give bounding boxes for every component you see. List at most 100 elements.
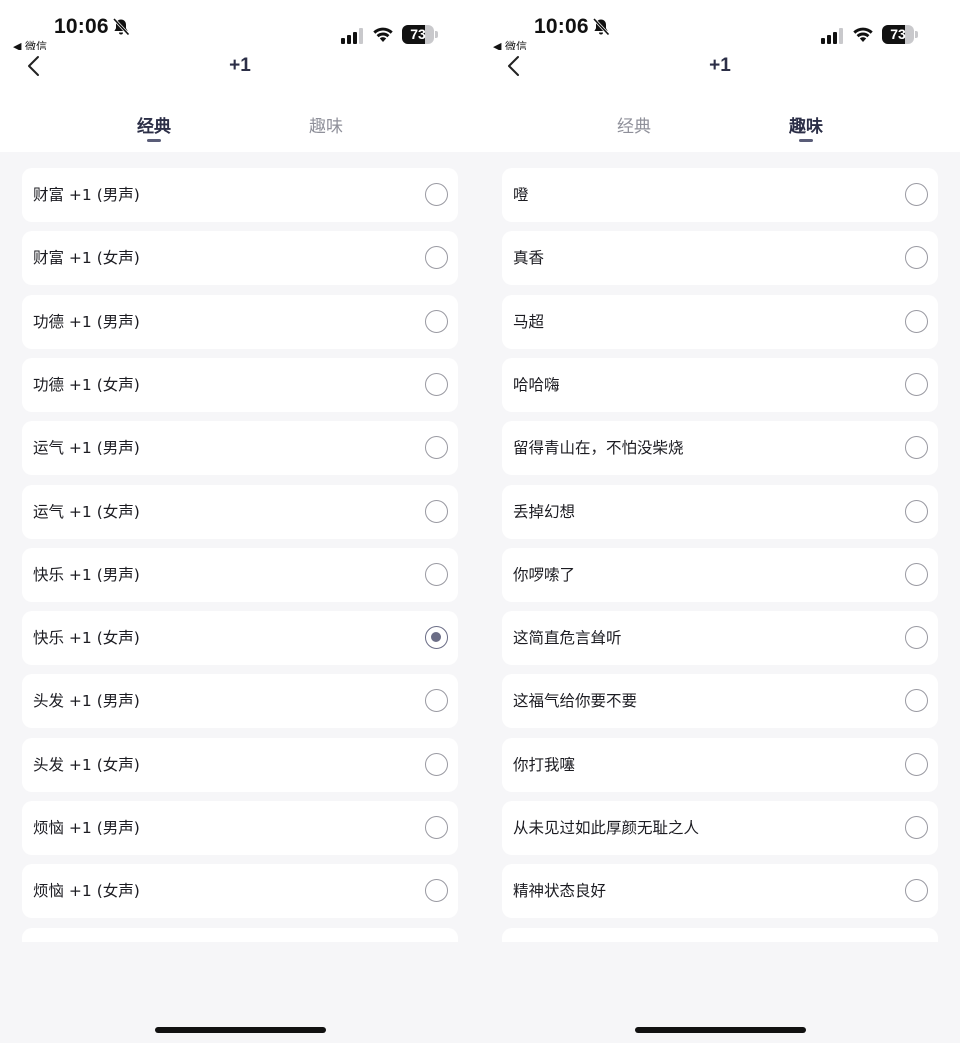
- sound-option-label: 噔: [513, 186, 529, 204]
- list-item[interactable]: 你啰嗦了: [502, 547, 938, 602]
- radio-button-icon[interactable]: [905, 626, 928, 650]
- list-item[interactable]: 快乐 +1 (男声): [22, 547, 458, 602]
- list-item[interactable]: 运气 +1 (女声): [22, 484, 458, 539]
- list-item[interactable]: 从未见过如此厚颜无耻之人: [502, 801, 938, 855]
- radio-button-icon[interactable]: [905, 246, 928, 270]
- list-item[interactable]: 精神状态良好: [502, 864, 938, 919]
- radio-button-icon[interactable]: [905, 816, 928, 839]
- sound-option-label: 快乐 +1 (女声): [33, 629, 140, 648]
- radio-button-icon[interactable]: [905, 436, 928, 460]
- nav-bar: +1: [0, 50, 480, 92]
- radio-button-icon[interactable]: [425, 436, 448, 460]
- radio-button-icon[interactable]: [425, 246, 448, 270]
- radio-button-icon[interactable]: [425, 879, 448, 903]
- sound-option-label: 这简直危言耸听: [513, 629, 622, 648]
- battery-cap: [915, 31, 918, 38]
- radio-button-icon[interactable]: [905, 689, 928, 713]
- radio-button-icon[interactable]: [425, 372, 448, 396]
- sound-option-label: 头发 +1 (男声): [33, 692, 140, 711]
- tab-fun[interactable]: 趣味: [281, 112, 371, 137]
- radio-button-icon[interactable]: [905, 183, 928, 206]
- sound-option-label: 运气 +1 (女声): [33, 502, 140, 521]
- tab-classic[interactable]: 经典: [589, 112, 679, 137]
- list-item[interactable]: 财富 +1 (男声): [22, 168, 458, 222]
- list-item[interactable]: 头发 +1 (女声): [22, 737, 458, 792]
- battery-cap: [435, 31, 438, 38]
- list-item[interactable]: 留得青山在，不怕没柴烧: [502, 421, 938, 476]
- sound-option-label: 功德 +1 (男声): [33, 312, 140, 331]
- sound-option-label: 财富 +1 (女声): [33, 249, 140, 268]
- sound-option-label: 财富 +1 (男声): [33, 186, 140, 204]
- radio-button-icon[interactable]: [425, 309, 448, 333]
- tab-classic[interactable]: 经典: [109, 112, 199, 137]
- list-item[interactable]: 烦恼 +1 (男声): [22, 801, 458, 855]
- status-time: 10:06: [54, 15, 109, 38]
- sound-option-label: 快乐 +1 (男声): [33, 565, 140, 584]
- sound-option-label: 这福气给你要不要: [513, 692, 638, 711]
- nav-bar: +1: [480, 50, 960, 92]
- sound-option-label: 运气 +1 (男声): [33, 439, 140, 458]
- list-item[interactable]: 丢掉幻想: [502, 484, 938, 539]
- bell-slash-icon: [111, 17, 131, 37]
- radio-button-icon[interactable]: [425, 562, 448, 586]
- radio-button-icon[interactable]: [425, 816, 448, 839]
- sound-option-label: 从未见过如此厚颜无耻之人: [513, 819, 700, 837]
- home-indicator[interactable]: [155, 1027, 326, 1033]
- radio-button-icon[interactable]: [905, 562, 928, 586]
- list-item[interactable]: 快乐 +1 (女声): [22, 611, 458, 666]
- list-item[interactable]: 头发 +1 (男声): [22, 674, 458, 729]
- list-item[interactable]: 你打我噻: [502, 737, 938, 792]
- battery-body: 73: [882, 25, 914, 44]
- sound-option-label: 真香: [513, 249, 545, 268]
- list-item-partial: [22, 927, 458, 942]
- radio-selected-dot: [431, 632, 441, 643]
- active-tab-indicator: [799, 139, 813, 142]
- list-item[interactable]: 功德 +1 (男声): [22, 294, 458, 349]
- tab-fun[interactable]: 趣味: [761, 112, 851, 137]
- list-item[interactable]: 烦恼 +1 (女声): [22, 864, 458, 919]
- battery-icon: 73: [402, 25, 438, 44]
- list-item[interactable]: 财富 +1 (女声): [22, 231, 458, 286]
- cellular-signal-icon: [341, 28, 363, 44]
- list-item[interactable]: 真香: [502, 231, 938, 286]
- radio-button-icon[interactable]: [905, 499, 928, 523]
- list-item[interactable]: 运气 +1 (男声): [22, 421, 458, 476]
- battery-level-text: 73: [410, 26, 426, 42]
- radio-button-icon[interactable]: [905, 752, 928, 776]
- sound-option-label: 头发 +1 (女声): [33, 755, 140, 774]
- radio-button-icon[interactable]: [905, 309, 928, 333]
- sound-option-label: 马超: [513, 312, 545, 331]
- wifi-icon: [852, 26, 874, 43]
- status-time: 10:06: [534, 15, 589, 38]
- list-item[interactable]: 这简直危言耸听: [502, 611, 938, 666]
- sound-option-label: 精神状态良好: [513, 882, 607, 901]
- battery-body: 73: [402, 25, 434, 44]
- radio-button-icon[interactable]: [425, 183, 448, 206]
- tab-bar: 经典 趣味: [480, 92, 960, 152]
- sound-option-label: 留得青山在，不怕没柴烧: [513, 439, 684, 458]
- list-item[interactable]: 哈哈嗨: [502, 357, 938, 412]
- radio-button-icon[interactable]: [425, 499, 448, 523]
- page-title: +1: [709, 55, 731, 76]
- radio-button-icon[interactable]: [425, 752, 448, 776]
- home-indicator[interactable]: [635, 1027, 806, 1033]
- radio-button-icon[interactable]: [905, 372, 928, 396]
- cellular-signal-icon: [821, 28, 843, 44]
- wifi-icon: [372, 26, 394, 43]
- list-item[interactable]: 这福气给你要不要: [502, 674, 938, 729]
- list-item[interactable]: 噔: [502, 168, 938, 222]
- phone-screen-1: 10:06 ◀ 微信 73 +1 经典 趣味 财富 +1 (男声) 财富 +1 (女声) 功德 …: [0, 0, 480, 1043]
- list-item-partial: [502, 927, 938, 942]
- tab-bar: 经典 趣味: [0, 92, 480, 152]
- battery-level-text: 73: [890, 26, 906, 42]
- page-title: +1: [229, 55, 251, 76]
- sound-option-label: 烦恼 +1 (女声): [33, 882, 140, 901]
- radio-button-icon[interactable]: [425, 689, 448, 713]
- list-item[interactable]: 功德 +1 (女声): [22, 357, 458, 412]
- list-item[interactable]: 马超: [502, 294, 938, 349]
- sound-option-label: 你啰嗦了: [513, 565, 576, 584]
- radio-button-icon[interactable]: [905, 879, 928, 903]
- sound-option-label: 你打我噻: [513, 755, 576, 774]
- radio-button-icon[interactable]: [425, 626, 448, 650]
- phone-screen-2: 10:06 ◀ 微信 73 +1 经典 趣味噔真香 马超 哈哈嗨 留得青山在，不怕没柴烧 丢掉幻想…: [480, 0, 960, 1043]
